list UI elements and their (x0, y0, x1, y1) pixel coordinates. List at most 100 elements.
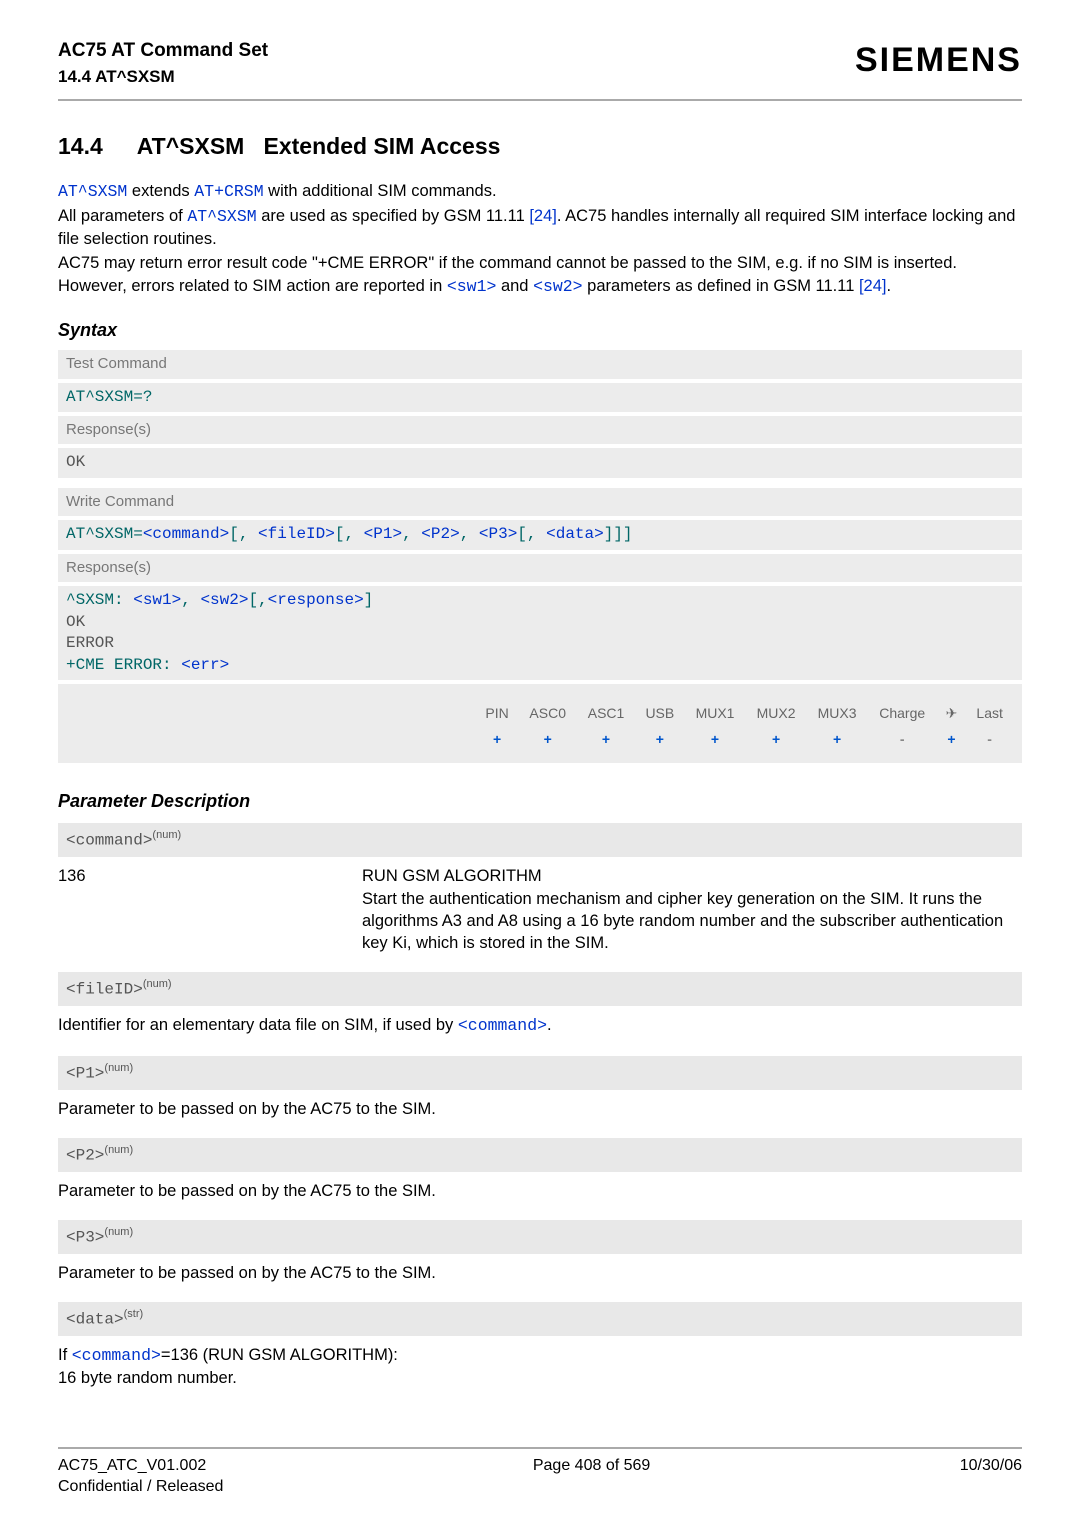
wr-b4: [, (248, 591, 267, 609)
param-p1-head: <P1>(num) (58, 1056, 1022, 1090)
title-cmd: AT^SXSM (137, 133, 245, 159)
wc-prefix: AT^SXSM= (66, 525, 143, 543)
ph-mux3: MUX3 (808, 702, 867, 725)
ph-command: <command> (66, 832, 152, 850)
wc-p3[interactable]: <P3> (479, 525, 517, 543)
pv-0: + (477, 727, 518, 751)
title-rest: Extended SIM Access (264, 133, 501, 159)
ph-p2: <P2> (66, 1146, 104, 1164)
ph-p3-sup: (num) (104, 1226, 133, 1238)
pv-9: - (967, 727, 1012, 751)
wc-c2: , (460, 525, 479, 543)
param-p3-head: <P3>(num) (58, 1220, 1022, 1254)
wc-p1[interactable]: <P1> (364, 525, 402, 543)
param-fileid-body: Identifier for an elementary data file o… (58, 1006, 1022, 1055)
response-label-1: Response(s) (58, 416, 1022, 444)
ph-pin: PIN (477, 702, 518, 725)
page-footer: AC75_ATC_V01.002 Confidential / Released… (58, 1447, 1022, 1498)
param-p3-body: Parameter to be passed on by the AC75 to… (58, 1254, 1022, 1302)
param-sw1-ref[interactable]: <sw1> (447, 277, 497, 296)
param-data-head: <data>(str) (58, 1302, 1022, 1336)
ph-asc1: ASC1 (578, 702, 634, 725)
t: Identifier for an elementary data file o… (58, 1016, 458, 1034)
param-fileid-head: <fileID>(num) (58, 972, 1022, 1006)
wr-b5: ] (364, 591, 374, 609)
ph-p2-sup: (num) (104, 1144, 133, 1156)
wc-data[interactable]: <data> (546, 525, 604, 543)
data-line2: 16 byte random number. (58, 1367, 1022, 1389)
wr-prefix: ^SXSM: (66, 591, 133, 609)
section-heading: AT^SXSM Extended SIM Access (137, 131, 501, 162)
param-desc-heading: Parameter Description (58, 789, 1022, 813)
t: . (887, 277, 892, 295)
wr-sw2[interactable]: <sw2> (200, 591, 248, 609)
ph-data-sup: (str) (124, 1308, 144, 1320)
wr-c3: , (181, 591, 200, 609)
header-left: AC75 AT Command Set 14.4 AT^SXSM (58, 38, 268, 89)
ph-fileid-sup: (num) (143, 978, 172, 990)
ph-mux2: MUX2 (747, 702, 806, 725)
ref-24b[interactable]: [24] (859, 277, 887, 295)
footer-page: Page 408 of 569 (533, 1455, 650, 1498)
response-ok-1: OK (58, 448, 1022, 478)
ph-fileid: <fileID> (66, 981, 143, 999)
pv-6: + (808, 727, 867, 751)
param-command-name: RUN GSM ALGORITHM (362, 865, 1022, 887)
t: and (496, 277, 533, 295)
write-command: AT^SXSM=<command>[, <fileID>[, <P1>, <P2… (58, 520, 1022, 550)
t: If (58, 1346, 72, 1364)
ph-last: Last (967, 702, 1012, 725)
ph-command-sup: (num) (152, 829, 181, 841)
t: All parameters of (58, 207, 187, 225)
write-command-label: Write Command (58, 488, 1022, 516)
wr-response[interactable]: <response> (268, 591, 364, 609)
pv-2: + (578, 727, 634, 751)
footer-doc: AC75_ATC_V01.002 (58, 1455, 223, 1477)
platform-box: PIN ASC0 ASC1 USB MUX1 MUX2 MUX3 Charge … (58, 684, 1022, 763)
ph-asc0: ASC0 (520, 702, 576, 725)
cme-prefix: +CME ERROR: (66, 656, 181, 674)
data-cmd-ref[interactable]: <command> (72, 1346, 161, 1365)
pv-1: + (520, 727, 576, 751)
param-p2-body: Parameter to be passed on by the AC75 to… (58, 1172, 1022, 1220)
footer-date: 10/30/06 (960, 1455, 1022, 1498)
wc-command[interactable]: <command> (143, 525, 229, 543)
wc-c1: , (402, 525, 421, 543)
section-title: 14.4 AT^SXSM Extended SIM Access (58, 131, 1022, 162)
response-label-2: Response(s) (58, 554, 1022, 582)
intro-line-1: AT^SXSM extends AT+CRSM with additional … (58, 180, 1022, 203)
param-command-desc: RUN GSM ALGORITHM Start the authenticati… (362, 865, 1022, 954)
wc-p2[interactable]: <P2> (421, 525, 459, 543)
wc-b1: [, (229, 525, 258, 543)
ph-p1: <P1> (66, 1064, 104, 1082)
link-atsxsm2[interactable]: AT^SXSM (187, 207, 256, 226)
fileid-cmd-ref[interactable]: <command> (458, 1016, 547, 1035)
t: with additional SIM commands. (264, 182, 497, 200)
platform-values: + + + + + + + - + - (68, 727, 1012, 751)
footer-conf: Confidential / Released (58, 1476, 223, 1498)
wr-sw1[interactable]: <sw1> (133, 591, 181, 609)
param-sw2-ref[interactable]: <sw2> (533, 277, 583, 296)
ref-24a[interactable]: [24] (529, 207, 557, 225)
section-ref: 14.4 AT^SXSM (58, 66, 268, 89)
param-data-body: If <command>=136 (RUN GSM ALGORITHM): 16… (58, 1336, 1022, 1408)
wc-fileid[interactable]: <fileID> (258, 525, 335, 543)
cme-err[interactable]: <err> (181, 656, 229, 674)
product-name: AC75 AT Command Set (58, 38, 268, 64)
airplane-icon: ✈ (938, 702, 966, 725)
platform-headers: PIN ASC0 ASC1 USB MUX1 MUX2 MUX3 Charge … (68, 702, 1012, 725)
pv-4: + (686, 727, 745, 751)
link-atsxsm[interactable]: AT^SXSM (58, 182, 127, 201)
test-command-label: Test Command (58, 350, 1022, 378)
pv-3: + (636, 727, 683, 751)
link-atcrsm[interactable]: AT+CRSM (194, 182, 263, 201)
pv-8: + (938, 727, 966, 751)
param-command-text: Start the authentication mechanism and c… (362, 888, 1022, 955)
write-response: ^SXSM: <sw1>, <sw2>[,<response>] OK ERRO… (58, 586, 1022, 680)
test-command: AT^SXSM=? (58, 383, 1022, 413)
wc-b3: [, (517, 525, 546, 543)
footer-left: AC75_ATC_V01.002 Confidential / Released (58, 1455, 223, 1498)
ph-p3: <P3> (66, 1228, 104, 1246)
param-command-head: <command>(num) (58, 823, 1022, 857)
t: parameters as defined in GSM 11.11 (583, 277, 859, 295)
